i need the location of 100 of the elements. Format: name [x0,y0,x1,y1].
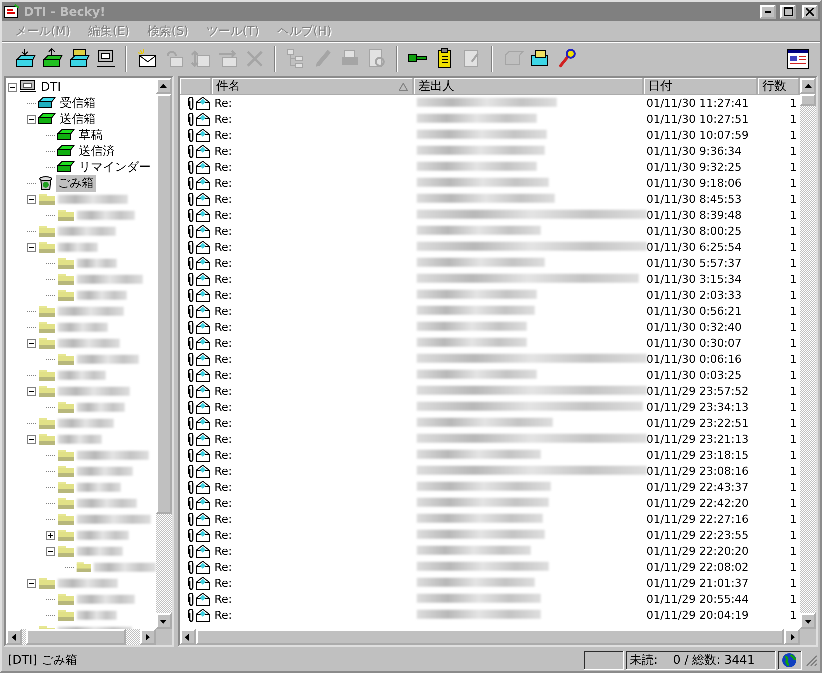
folder-label[interactable]: 草稿 [77,126,105,144]
tray-icon [57,129,75,141]
collapse-icon[interactable] [27,578,36,588]
lines-cell-text: 1 [789,320,798,334]
blurred-text [77,610,117,620]
folder-label[interactable]: 送信済 [77,142,117,160]
subject-cell-text: Re: [214,448,234,462]
collapse-icon[interactable] [27,242,36,252]
blurred-text [77,450,149,460]
collapse-icon[interactable] [46,546,55,556]
scroll-up-button[interactable] [800,78,816,94]
collapse-icon[interactable] [27,338,36,348]
column-header[interactable]: 差出人 [414,78,644,95]
folder-label[interactable]: リマインダー [77,158,153,176]
date-cell-text: 01/11/30 11:27:41 [646,96,750,110]
scroll-left-button[interactable] [180,629,196,645]
collapse-icon[interactable] [27,114,36,124]
folder-label[interactable]: 送信箱 [58,110,98,128]
column-header[interactable]: 件名 [212,78,414,95]
toolbar-button[interactable] [785,46,810,71]
blurred-text [58,578,118,588]
blurred-text [77,274,143,284]
lines-cell-text: 1 [789,128,798,142]
collapse-icon[interactable] [8,82,17,92]
subject-cell-text: Re: [214,288,234,302]
folder-icon [38,192,56,206]
folder-label[interactable]: DTI [39,80,64,94]
expand-icon[interactable] [46,530,55,540]
close-button[interactable] [802,4,818,18]
date-cell-text: 01/11/29 21:01:37 [646,576,750,590]
folder-label[interactable]: 受信箱 [58,94,98,112]
folder-icon [38,224,56,238]
subject-cell-text: Re: [214,560,234,574]
minimize-button[interactable] [760,4,776,18]
blurred-text [58,434,102,444]
lines-cell-text: 1 [789,224,798,238]
subject-cell-text: Re: [214,320,234,334]
scroll-down-button[interactable] [800,613,816,629]
folder-icon [76,560,92,574]
folder-icon [38,304,56,318]
terminal-icon [94,48,116,70]
address-book-icon [528,48,550,70]
collapse-icon[interactable] [27,386,36,396]
date-cell-text: 01/11/30 0:32:40 [646,320,743,334]
lines-cell-text: 1 [789,112,798,126]
blurred-text [58,242,98,252]
blurred-text [77,466,133,476]
column-header[interactable]: 行数 [758,78,800,95]
blurred-text [77,210,135,220]
tray-icon [57,161,75,173]
date-cell-text: 01/11/30 0:03:25 [646,368,743,382]
date-cell-text: 01/11/29 22:42:20 [646,496,750,510]
window-title: DTI - Becky! [24,4,107,18]
folder-icon [57,256,75,270]
date-cell-text: 01/11/30 9:32:25 [646,160,743,174]
lines-cell-text: 1 [789,176,798,190]
blurred-text [94,562,156,572]
blurred-text [58,386,130,396]
lines-cell-text: 1 [789,208,798,222]
date-cell-text: 01/11/30 8:45:53 [646,192,743,206]
blurred-text [77,290,127,300]
left-arrow-icon [184,634,192,640]
date-cell-text: 01/11/29 23:21:13 [646,432,750,446]
column-header[interactable]: 日付 [644,78,758,95]
scroll-down-button[interactable] [156,613,172,629]
collapse-icon[interactable] [27,434,36,444]
date-cell-text: 01/11/29 23:57:52 [646,384,750,398]
lines-cell-text: 1 [789,192,798,206]
lines-cell-text: 1 [789,256,798,270]
resize-grip-icon [804,653,818,667]
subject-cell-text: Re: [214,608,234,622]
tray-icon [57,145,75,157]
lines-cell-text: 1 [789,368,798,382]
folder-icon [57,512,75,526]
tray-down-icon [14,48,36,70]
lines-cell-text: 1 [789,464,798,478]
collapse-icon[interactable] [27,194,36,204]
folder-icon [57,464,75,478]
subject-cell-text: Re: [214,256,234,270]
lines-cell-text: 1 [789,272,798,286]
scroll-left-button[interactable] [6,629,22,645]
maximize-button[interactable] [780,4,796,18]
lines-cell-text: 1 [789,544,798,558]
blurred-text [77,482,121,492]
date-cell-text: 01/11/30 8:00:25 [646,224,743,238]
date-cell-text: 01/11/29 22:23:55 [646,528,750,542]
lines-cell-text: 1 [789,448,798,462]
date-cell-text: 01/11/29 22:43:37 [646,480,750,494]
scroll-right-button[interactable] [784,629,800,645]
date-cell-text: 01/11/30 0:06:16 [646,352,743,366]
maximize-icon [784,7,792,16]
date-cell-text: 01/11/30 6:25:54 [646,240,743,254]
trash-can-icon [38,175,54,191]
date-cell-text: 01/11/29 23:34:13 [646,400,750,414]
folder-label[interactable]: ごみ箱 [56,174,96,192]
window-layout-icon [786,48,808,68]
scroll-up-button[interactable] [156,78,172,94]
subject-cell-text: Re: [214,528,234,542]
scroll-right-button[interactable] [140,629,156,645]
date-cell-text: 01/11/30 10:07:59 [646,128,750,142]
